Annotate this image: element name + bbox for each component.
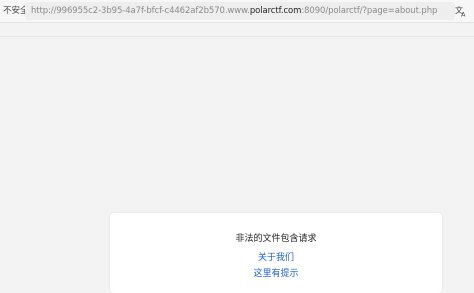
svg-text:A: A (461, 11, 466, 18)
page-heading: 非法的文件包含请求 (235, 234, 317, 244)
about-us-link[interactable]: 关于我们 (110, 252, 442, 264)
message-card: 非法的文件包含请求 关于我们 这里有提示 (110, 213, 442, 293)
url-prefix: http://996955c2-3b95-4a7f-bfcf-c4462af2b… (31, 6, 250, 16)
hint-link[interactable]: 这里有提示 (110, 268, 442, 280)
url-field[interactable]: http://996955c2-3b95-4a7f-bfcf-c4462af2b… (25, 2, 455, 20)
url-text[interactable]: http://996955c2-3b95-4a7f-bfcf-c4462af2b… (31, 6, 437, 17)
browser-address-bar: 不安全 http://996955c2-3b95-4a7f-bfcf-c4462… (0, 0, 474, 23)
translate-icon[interactable]: 文 A (455, 5, 467, 17)
url-host: polarctf.com (249, 6, 302, 16)
url-suffix: :8090/polarctf/?page=about.php (301, 6, 438, 16)
